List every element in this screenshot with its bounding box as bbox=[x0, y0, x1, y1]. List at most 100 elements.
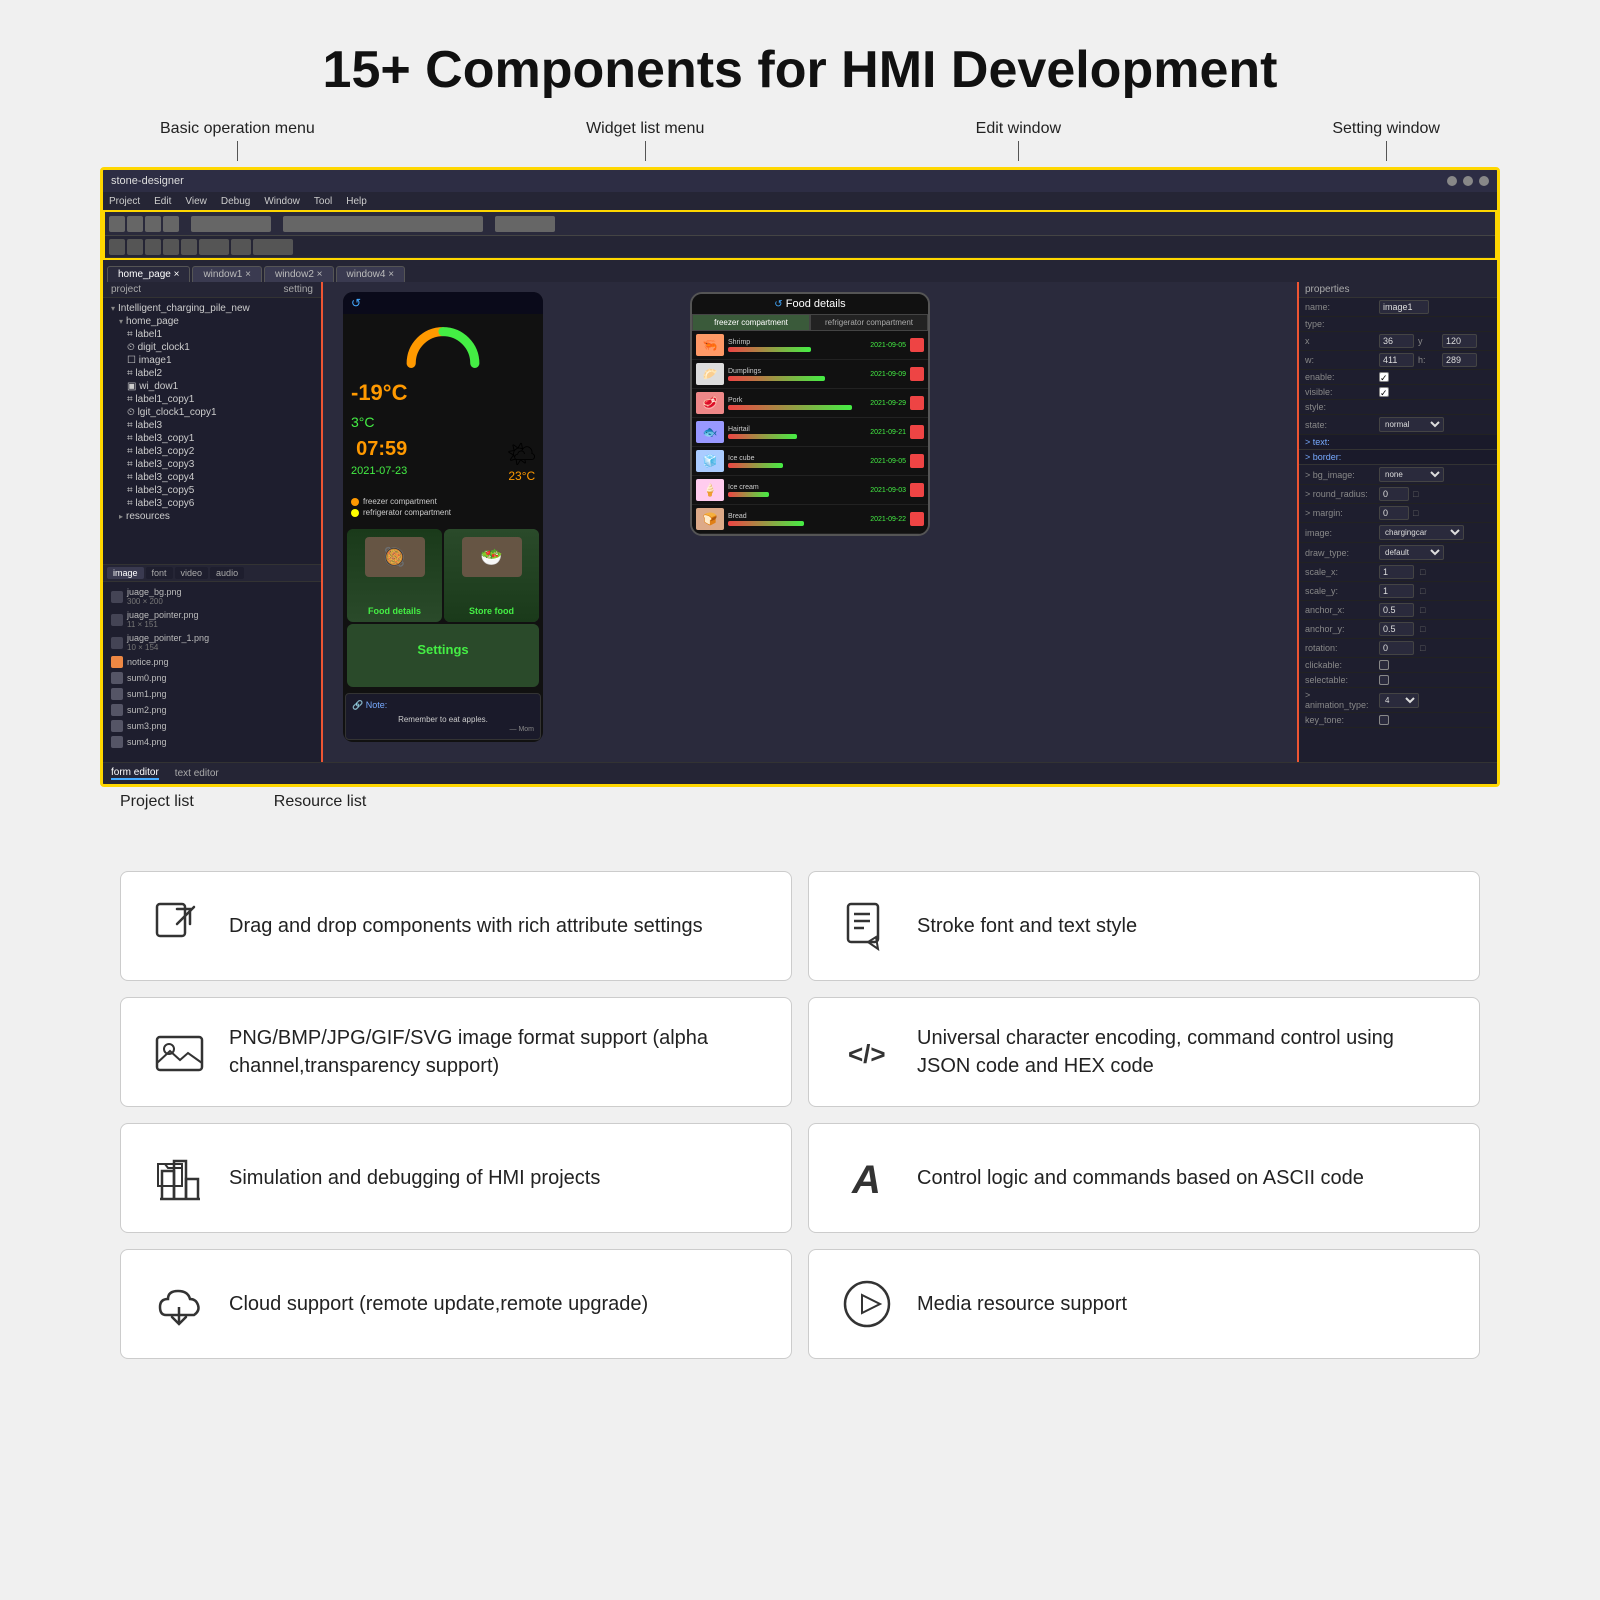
tab-window2[interactable]: window2 × bbox=[264, 266, 334, 282]
resource-tabs: image font video audio bbox=[103, 564, 321, 582]
prop-row-bg-image: > bg_image: none bbox=[1299, 465, 1497, 485]
res-tab-font[interactable]: font bbox=[146, 567, 173, 579]
prop-input-round-radius[interactable] bbox=[1379, 487, 1409, 501]
close-button[interactable] bbox=[1479, 176, 1489, 186]
prop-checkbox-enable[interactable]: ✓ bbox=[1379, 372, 1389, 382]
res-item[interactable]: sum1.png bbox=[103, 686, 321, 702]
toolbar-icon[interactable] bbox=[145, 216, 161, 232]
toolbar-icon-small[interactable] bbox=[181, 239, 197, 255]
bottom-tab-form-editor[interactable]: form editor bbox=[111, 767, 159, 780]
prop-row-selectable: selectable: bbox=[1299, 673, 1497, 688]
prop-input-scale-x[interactable] bbox=[1379, 565, 1414, 579]
prop-input-w[interactable] bbox=[1379, 353, 1414, 367]
prop-checkbox-visible[interactable]: ✓ bbox=[1379, 387, 1389, 397]
res-item[interactable]: sum4.png bbox=[103, 734, 321, 750]
res-item[interactable]: notice.png bbox=[103, 654, 321, 670]
tree-item[interactable]: ⌗ label3_copy4 bbox=[103, 471, 321, 484]
toolbar-icon[interactable] bbox=[191, 216, 271, 232]
res-tab-video[interactable]: video bbox=[175, 567, 209, 579]
tree-item[interactable]: ⌗ label3_copy2 bbox=[103, 445, 321, 458]
res-item[interactable]: sum3.png bbox=[103, 718, 321, 734]
tree-item[interactable]: ⌗ label1_copy1 bbox=[103, 393, 321, 406]
prop-input-anchor-x[interactable] bbox=[1379, 603, 1414, 617]
ide-toolbar-1 bbox=[105, 212, 1495, 236]
prop-input-scale-y[interactable] bbox=[1379, 584, 1414, 598]
prop-input-margin[interactable] bbox=[1379, 506, 1409, 520]
fridge-menu-settings[interactable]: Settings bbox=[347, 624, 539, 687]
res-tab-image[interactable]: image bbox=[107, 567, 144, 579]
maximize-button[interactable] bbox=[1463, 176, 1473, 186]
res-item[interactable]: juage_pointer.png 11 × 151 bbox=[103, 608, 321, 631]
menu-edit[interactable]: Edit bbox=[154, 196, 171, 207]
prop-checkbox-clickable[interactable] bbox=[1379, 660, 1389, 670]
toolbar-icon[interactable] bbox=[283, 216, 483, 232]
menu-debug[interactable]: Debug bbox=[221, 196, 250, 207]
prop-select-draw-type[interactable]: default bbox=[1379, 545, 1444, 560]
tree-item[interactable]: ⌗ label2 bbox=[103, 367, 321, 380]
drag-drop-icon bbox=[149, 896, 209, 956]
prop-select-bg-image[interactable]: none bbox=[1379, 467, 1444, 482]
prop-input-rotation[interactable] bbox=[1379, 641, 1414, 655]
menu-help[interactable]: Help bbox=[346, 196, 367, 207]
tree-item[interactable]: ⌗ label3_copy5 bbox=[103, 484, 321, 497]
tab-window1[interactable]: window1 × bbox=[192, 266, 262, 282]
prop-input-anchor-y[interactable] bbox=[1379, 622, 1414, 636]
food-item-bread: 🍞 Bread 2021-09-22 bbox=[692, 505, 928, 534]
ide-left-panel: project setting ▾Intelligent_charging_pi… bbox=[103, 282, 323, 762]
prop-select-image[interactable]: chargingcar bbox=[1379, 525, 1464, 540]
tree-item[interactable]: ⌗ label3_copy3 bbox=[103, 458, 321, 471]
tree-item[interactable]: ☐ image1 bbox=[103, 354, 321, 367]
panel-header-project: project setting bbox=[103, 282, 321, 298]
toolbar-icon-small[interactable] bbox=[253, 239, 293, 255]
phone-tab-freezer[interactable]: freezer compartment bbox=[692, 314, 810, 331]
res-tab-audio[interactable]: audio bbox=[210, 567, 244, 579]
menu-window[interactable]: Window bbox=[264, 196, 300, 207]
toolbar-icon-small[interactable] bbox=[145, 239, 161, 255]
toolbar-icon-small[interactable] bbox=[231, 239, 251, 255]
res-item[interactable]: sum2.png bbox=[103, 702, 321, 718]
prop-input-x[interactable] bbox=[1379, 334, 1414, 348]
tree-item[interactable]: ⏲ lgit_clock1_copy1 bbox=[103, 406, 321, 419]
menu-tool[interactable]: Tool bbox=[314, 196, 332, 207]
tree-item[interactable]: ▣ wi_dow1 bbox=[103, 380, 321, 393]
tree-item[interactable]: ▾home_page bbox=[103, 315, 321, 328]
prop-row-visible: visible: ✓ bbox=[1299, 385, 1497, 400]
fridge-menu-store-food[interactable]: 🥗 Store food bbox=[444, 529, 539, 622]
tree-item[interactable]: ⏲ digit_clock1 bbox=[103, 341, 321, 354]
tree-item[interactable]: ⌗ label3_copy6 bbox=[103, 497, 321, 510]
tree-item[interactable]: ⌗ label3 bbox=[103, 419, 321, 432]
ide-bottom-bar: form editor text editor bbox=[103, 762, 1497, 784]
toolbar-icon-small[interactable] bbox=[109, 239, 125, 255]
prop-select-state[interactable]: normal bbox=[1379, 417, 1444, 432]
toolbar-icon-small[interactable] bbox=[127, 239, 143, 255]
toolbar-icon-small[interactable] bbox=[163, 239, 179, 255]
res-item[interactable]: sum0.png bbox=[103, 670, 321, 686]
bottom-tab-text-editor[interactable]: text editor bbox=[175, 768, 219, 779]
feature-text-ascii: Control logic and commands based on ASCI… bbox=[917, 1164, 1364, 1192]
tab-home-page[interactable]: home_page × bbox=[107, 266, 190, 282]
prop-checkbox-selectable[interactable] bbox=[1379, 675, 1389, 685]
prop-input-y[interactable] bbox=[1442, 334, 1477, 348]
tree-item[interactable]: ⌗ label3_copy1 bbox=[103, 432, 321, 445]
tree-item[interactable]: ▾Intelligent_charging_pile_new bbox=[103, 302, 321, 315]
simulation-icon bbox=[149, 1148, 209, 1208]
tree-item[interactable]: ▸resources bbox=[103, 510, 321, 523]
menu-view[interactable]: View bbox=[185, 196, 207, 207]
tab-window4[interactable]: window4 × bbox=[336, 266, 406, 282]
toolbar-icon[interactable] bbox=[109, 216, 125, 232]
prop-input-h[interactable] bbox=[1442, 353, 1477, 367]
toolbar-icon[interactable] bbox=[163, 216, 179, 232]
prop-checkbox-key-tone[interactable] bbox=[1379, 715, 1389, 725]
minimize-button[interactable] bbox=[1447, 176, 1457, 186]
res-item[interactable]: juage_bg.png 300 × 200 bbox=[103, 585, 321, 608]
fridge-menu-food-details[interactable]: 🥘 Food details bbox=[347, 529, 442, 622]
prop-select-animation-type[interactable]: 4 bbox=[1379, 693, 1419, 708]
toolbar-icon[interactable] bbox=[127, 216, 143, 232]
toolbar-icon-small[interactable] bbox=[199, 239, 229, 255]
res-item[interactable]: juage_pointer_1.png 10 × 154 bbox=[103, 631, 321, 654]
toolbar-icon[interactable] bbox=[495, 216, 555, 232]
menu-project[interactable]: Project bbox=[109, 196, 140, 207]
tree-item[interactable]: ⌗ label1 bbox=[103, 328, 321, 341]
phone-tab-fridge[interactable]: refrigerator compartment bbox=[810, 314, 928, 331]
json-code-icon: </> bbox=[837, 1022, 897, 1082]
